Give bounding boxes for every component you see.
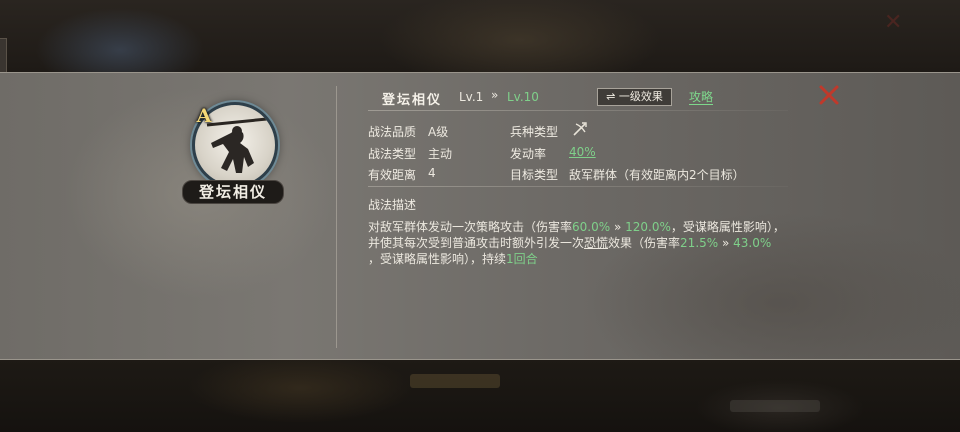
trigger-rate-label: 发动率 (510, 147, 547, 161)
quality-label: 战法品质 (368, 125, 417, 139)
desc-arrow: » (718, 236, 734, 250)
quality-value: A级 (428, 125, 449, 139)
fear-rate-from: 21.5% (680, 236, 719, 250)
trigger-rate-value[interactable]: 40% (569, 145, 596, 159)
skill-title: 登坛相仪 (382, 93, 443, 108)
range-label: 有效距离 (368, 168, 417, 182)
portrait-name-plate: 登坛相仪 (182, 180, 284, 204)
fear-rate-to: 43.0% (733, 236, 772, 250)
damage-rate-from: 60.0% (572, 220, 611, 234)
status-keyword-link[interactable]: 恐慌 (584, 236, 608, 250)
skill-detail-panel (0, 72, 960, 360)
background-close-icon: ✕ (884, 10, 903, 35)
max-level: Lv.10 (507, 90, 539, 104)
desc-text: 并使其每次受到普通攻击时额外引发一次 (368, 236, 585, 250)
current-level: Lv.1 (459, 90, 484, 104)
background-badge (410, 374, 500, 388)
guide-link[interactable]: 攻略 (689, 90, 714, 105)
range-value: 4 (428, 166, 436, 180)
desc-arrow: » (610, 220, 626, 234)
duration-value: 1回合 (506, 252, 538, 266)
desc-text: 对敌军群体发动一次策略攻击（伤害率 (368, 220, 573, 234)
header-divider (368, 110, 788, 111)
desc-text: ，受谋略属性影响），持续 (368, 252, 507, 266)
skill-type-label: 战法类型 (368, 147, 417, 161)
desc-text: ，受谋略属性影响）， (670, 220, 785, 234)
background-badge (730, 400, 820, 412)
damage-rate-to: 120.0% (625, 220, 671, 234)
crossbow-icon (570, 121, 590, 137)
desc-text: 效果（伤害率 (608, 236, 681, 250)
target-type-label: 目标类型 (510, 168, 559, 182)
troop-type-label: 兵种类型 (510, 125, 559, 139)
skill-description: 对敌军群体发动一次策略攻击（伤害率60.0% » 120.0%，受谋略属性影响）… (368, 219, 808, 267)
target-type-value: 敌军群体（有效距离内2个目标） (569, 168, 745, 182)
level-arrow-icon: » (491, 88, 499, 102)
skill-type-value: 主动 (428, 147, 453, 161)
attributes-divider (368, 186, 788, 187)
game-background-bottom (0, 358, 960, 432)
panel-divider (336, 86, 337, 348)
close-icon[interactable] (818, 84, 840, 106)
effect-level-toggle-button[interactable]: ⇌ 一级效果 (597, 88, 672, 106)
grade-badge: A (196, 105, 212, 127)
description-title: 战法描述 (368, 198, 417, 212)
game-background-top (0, 0, 960, 72)
